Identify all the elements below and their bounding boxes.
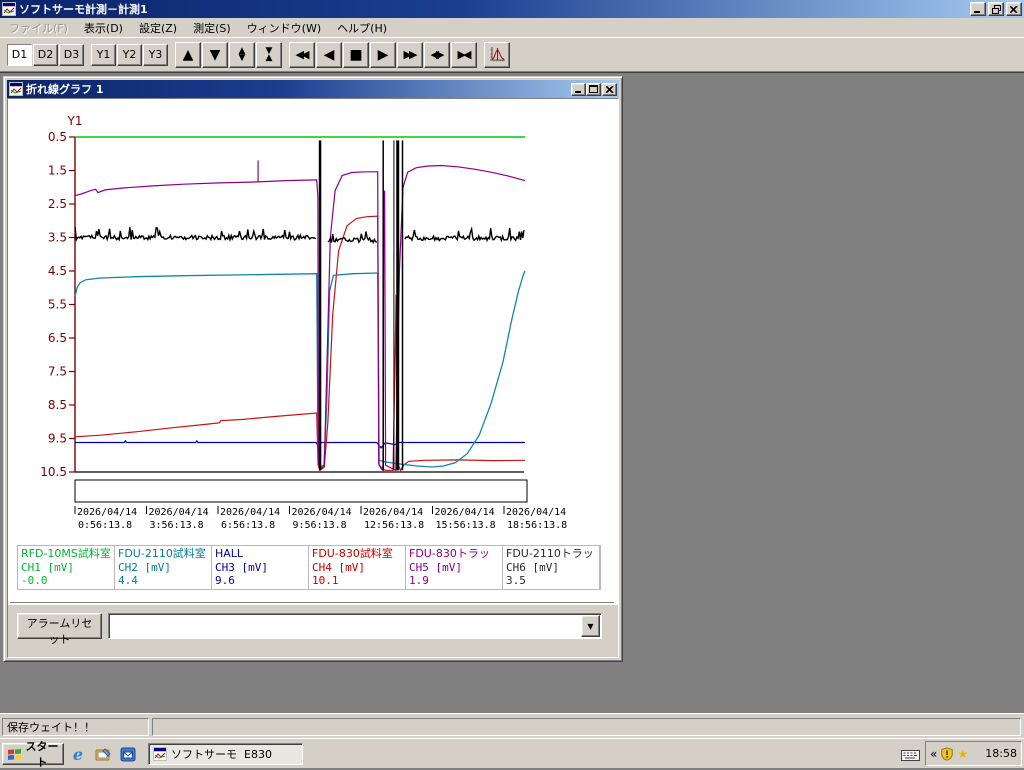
- menu-file: ファイル(F): [9, 21, 68, 35]
- line-chart: 0.5 1.5 2.5 3.5 4.5 5.5 6.5 7.5 8.5 9.5 10.5 Y1 2026…: [40, 114, 567, 531]
- app-icon: [2, 2, 16, 16]
- expand-horizontal-button[interactable]: ◀▶: [424, 41, 450, 68]
- svg-text:18:56:13.8: 18:56:13.8: [507, 520, 567, 531]
- svg-text:5.5: 5.5: [48, 298, 67, 312]
- graph-window-client: 0.5 1.5 2.5 3.5 4.5 5.5 6.5 7.5 8.5 9.5 10.5 Y1 2026…: [7, 98, 619, 658]
- graph-settings-button[interactable]: [484, 41, 510, 68]
- statusbar: 保存ウェイト！！: [0, 713, 1024, 738]
- svg-text:9:56:13.8: 9:56:13.8: [293, 520, 347, 531]
- step-forward-button[interactable]: ▶: [370, 41, 396, 68]
- svg-text:Y1: Y1: [67, 114, 83, 128]
- svg-text:0:56:13.8: 0:56:13.8: [78, 520, 132, 531]
- menu-view[interactable]: 表示(D): [76, 18, 131, 38]
- rewind-button[interactable]: ◀◀: [289, 41, 315, 68]
- child-maximize-button[interactable]: [586, 82, 601, 96]
- menu-settings[interactable]: 設定(Z): [131, 18, 185, 38]
- minimize-button[interactable]: [970, 2, 986, 16]
- windows-logo-icon: [7, 748, 22, 761]
- d3-button[interactable]: D3: [59, 43, 84, 66]
- svg-text:0.5: 0.5: [48, 130, 67, 144]
- svg-text:2026/04/14: 2026/04/14: [220, 507, 280, 518]
- legend-cell-ch1: RFD-10MS試料室 CH1 [mV] -0.0: [18, 546, 115, 589]
- channel-legend: RFD-10MS試料室 CH1 [mV] -0.0 FDU-2110試料室 CH2 [m…: [17, 545, 601, 590]
- keyboard-icon[interactable]: [901, 747, 920, 766]
- svg-text:2026/04/14: 2026/04/14: [149, 507, 209, 518]
- graph-window-titlebar[interactable]: 折れ線グラフ 1: [7, 80, 619, 98]
- graph-window: 折れ線グラフ 1 0.5 1.5 2.5 3.5 4.5 5.5 6.5 7.5 8.5 9.5 1…: [3, 76, 623, 662]
- security-shield-icon[interactable]: [940, 746, 954, 761]
- menubar: ファイル(F) 表示(D) 設定(Z) 測定(S) ウィンドウ(W) ヘルプ(H): [0, 18, 1024, 37]
- svg-text:2026/04/14: 2026/04/14: [363, 507, 423, 518]
- menu-help[interactable]: ヘルプ(H): [329, 18, 395, 38]
- menu-window[interactable]: ウィンドウ(W): [239, 18, 329, 38]
- taskbar-app-icon: [153, 747, 167, 761]
- system-tray: « ★ 18:58: [925, 741, 1022, 766]
- start-button[interactable]: スタート: [2, 740, 64, 769]
- scroll-down-button[interactable]: ▼: [202, 41, 228, 68]
- taskbar-app-label: ソフトサーモ E830: [171, 748, 272, 761]
- stop-button[interactable]: ■: [343, 41, 369, 68]
- graph-window-title: 折れ線グラフ 1: [26, 83, 104, 96]
- mdi-area: 折れ線グラフ 1 0.5 1.5 2.5 3.5 4.5 5.5 6.5 7.5 8.5 9.5 1…: [0, 72, 1024, 713]
- legend-cell-ch2: FDU-2110試料室 CH2 [mV] 4.4: [115, 546, 212, 589]
- show-desktop-icon[interactable]: [93, 744, 113, 764]
- d1-button[interactable]: D1: [7, 43, 32, 66]
- star-icon[interactable]: ★: [957, 747, 968, 761]
- alarm-combobox[interactable]: ▼: [108, 613, 602, 639]
- fast-forward-button[interactable]: ▶▶: [397, 41, 423, 68]
- start-label: スタート: [25, 740, 59, 769]
- taskbar: スタート e ソフトサーモ E830 « ★ 18:58: [0, 738, 1024, 769]
- legend-cell-ch3: HALL CH3 [mV] 9.6: [212, 546, 309, 589]
- tray-chevron-icon[interactable]: «: [930, 748, 937, 760]
- expand-vertical-button[interactable]: ▲ ▼: [229, 41, 255, 68]
- y1-button[interactable]: Y1: [91, 43, 116, 66]
- svg-text:3:56:13.8: 3:56:13.8: [150, 520, 204, 531]
- svg-text:8.5: 8.5: [48, 398, 67, 412]
- close-button[interactable]: [1006, 2, 1022, 16]
- step-back-button[interactable]: ◀: [316, 41, 342, 68]
- legend-cell-ch5: FDU-830トラッ CH5 [mV] 1.9: [406, 546, 503, 589]
- svg-text:4.5: 4.5: [48, 264, 67, 278]
- menu-measure[interactable]: 測定(S): [185, 18, 239, 38]
- compress-horizontal-button[interactable]: ▶◀: [451, 41, 477, 68]
- d2-button[interactable]: D2: [33, 43, 58, 66]
- combobox-dropdown-button[interactable]: ▼: [581, 615, 600, 637]
- y2-button[interactable]: Y2: [117, 43, 142, 66]
- svg-text:2026/04/14: 2026/04/14: [435, 507, 495, 518]
- svg-text:2026/04/14: 2026/04/14: [506, 507, 566, 518]
- svg-text:3.5: 3.5: [48, 231, 67, 245]
- svg-text:6:56:13.8: 6:56:13.8: [221, 520, 275, 531]
- window-title: ソフトサーモ計測－計測1: [19, 3, 148, 16]
- outlook-express-icon[interactable]: [118, 744, 138, 764]
- toolbar: D1 D2 D3 Y1 Y2 Y3 ▲ ▼ ▲ ▼ ▼ ▲ ◀◀ ◀ ■ ▶ ▶▶ ◀▶ ▶◀: [0, 37, 1024, 72]
- svg-text:7.5: 7.5: [48, 365, 67, 379]
- divider: [10, 602, 614, 604]
- y3-button[interactable]: Y3: [143, 43, 168, 66]
- main-titlebar: ソフトサーモ計測－計測1: [0, 0, 1024, 18]
- svg-text:9.5: 9.5: [48, 432, 67, 446]
- svg-text:15:56:13.8: 15:56:13.8: [436, 520, 496, 531]
- svg-text:12:56:13.8: 12:56:13.8: [364, 520, 424, 531]
- clock: 18:58: [985, 747, 1017, 760]
- svg-text:2026/04/14: 2026/04/14: [292, 507, 352, 518]
- svg-text:2.5: 2.5: [48, 197, 67, 211]
- alarm-reset-button[interactable]: アラームリセット: [17, 613, 102, 646]
- legend-cell-ch4: FDU-830試料室 CH4 [mV] 10.1: [309, 546, 406, 589]
- taskbar-app-button[interactable]: ソフトサーモ E830: [148, 743, 303, 765]
- desktop: ソフトサーモ計測－計測1 ファイル(F) 表示(D) 設定(Z) 測定(S) ウィンドウ…: [0, 0, 1024, 769]
- svg-text:10.5: 10.5: [40, 465, 67, 479]
- status-message: 保存ウェイト！！: [2, 718, 149, 736]
- svg-text:6.5: 6.5: [48, 331, 67, 345]
- svg-text:2026/04/14: 2026/04/14: [77, 507, 137, 518]
- child-minimize-button[interactable]: [571, 82, 586, 96]
- svg-text:1.5: 1.5: [48, 164, 67, 178]
- graph-window-icon: [9, 82, 23, 96]
- legend-cell-ch6: FDU-2110トラッ CH6 [mV] 3.5: [503, 546, 600, 589]
- restore-button[interactable]: [988, 2, 1004, 16]
- compress-vertical-button[interactable]: ▼ ▲: [256, 41, 282, 68]
- child-close-button[interactable]: [602, 82, 617, 96]
- scroll-up-button[interactable]: ▲: [175, 41, 201, 68]
- status-panel-empty: [152, 718, 1021, 736]
- ie-icon[interactable]: e: [68, 744, 88, 764]
